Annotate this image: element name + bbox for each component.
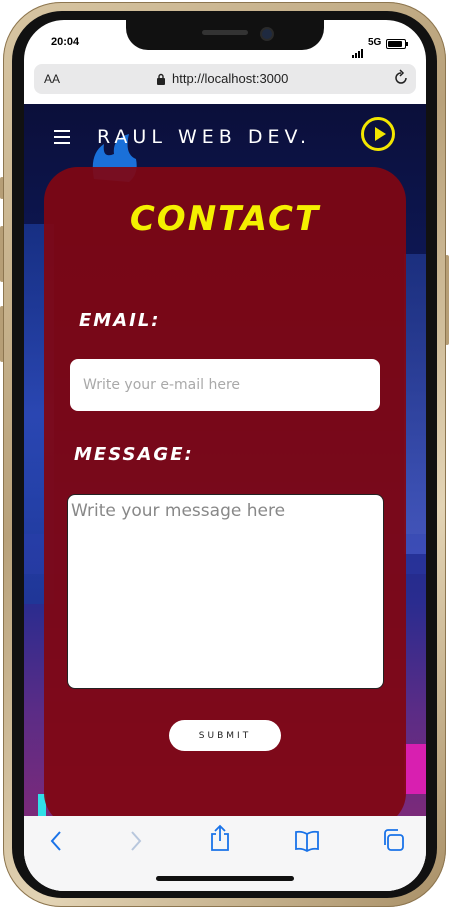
tabs-icon[interactable] (381, 828, 405, 852)
contact-title: CONTACT (129, 199, 321, 239)
phone-screen: 20:04 5G AA http://localhost:3000 RAUL W… (24, 20, 426, 891)
menu-icon[interactable] (54, 130, 70, 148)
message-field[interactable] (67, 494, 384, 689)
address-bar[interactable]: AA http://localhost:3000 (34, 64, 416, 94)
notch (126, 20, 324, 50)
play-button[interactable] (361, 117, 395, 151)
site-brand[interactable]: RAUL WEB DEV. (97, 126, 311, 148)
reload-icon[interactable] (392, 69, 410, 87)
back-icon[interactable] (48, 828, 64, 854)
status-time: 20:04 (51, 36, 80, 48)
lock-icon (157, 73, 165, 85)
speaker (202, 30, 248, 35)
play-icon (375, 127, 386, 141)
message-label: MESSAGE: (74, 444, 194, 465)
home-indicator[interactable] (156, 876, 294, 881)
network-label: 5G (368, 37, 382, 48)
website-viewport: RAUL WEB DEV. CONTACT EMAIL: MESSAGE: SU… (24, 104, 426, 816)
bookmarks-icon[interactable] (294, 830, 320, 852)
signal-icon (352, 40, 364, 58)
forward-icon[interactable] (128, 828, 144, 854)
share-icon[interactable] (209, 824, 231, 852)
url-text[interactable]: http://localhost:3000 (172, 71, 288, 86)
site-navbar: RAUL WEB DEV. (24, 104, 426, 164)
email-field[interactable] (70, 359, 380, 411)
battery-icon (386, 39, 408, 49)
email-label: EMAIL: (79, 310, 161, 331)
contact-form-card: CONTACT EMAIL: MESSAGE: SUBMIT (44, 167, 406, 816)
submit-button[interactable]: SUBMIT (169, 720, 281, 751)
front-camera (262, 29, 272, 39)
browser-toolbar (24, 816, 426, 891)
text-size-button[interactable]: AA (44, 72, 60, 86)
